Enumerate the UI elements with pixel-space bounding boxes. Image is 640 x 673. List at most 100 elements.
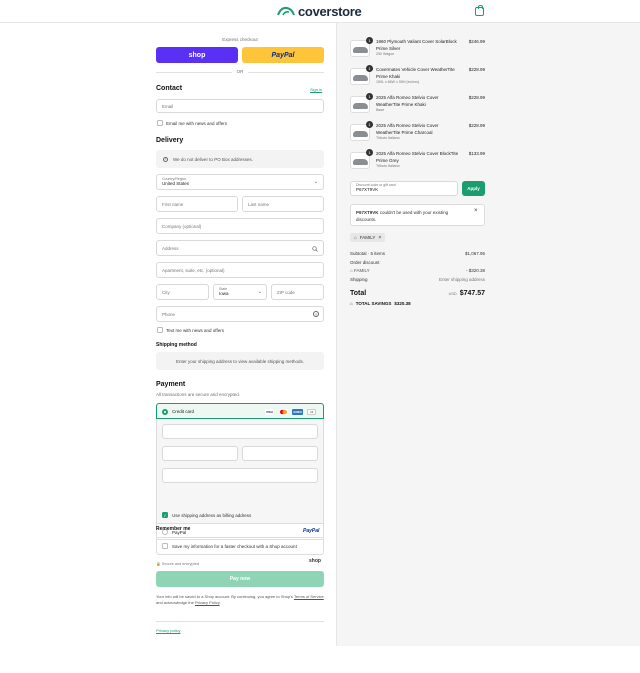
amex-icon: AMEX: [292, 409, 303, 415]
security-code-field[interactable]: [242, 446, 318, 461]
zip-placeholder: ZIP code: [277, 289, 295, 295]
item-price: $246.99: [468, 39, 485, 44]
payment-subtitle: All transactions are secure and encrypte…: [156, 392, 241, 397]
item-variant: Base: [376, 108, 385, 112]
shipping-value: Enter shipping address: [438, 277, 485, 282]
apartment-field[interactable]: Apartment, suite, etc. (optional): [156, 262, 324, 278]
item-variant: 159L x 66W x 55H (inches): [376, 80, 420, 84]
terms-link[interactable]: Terms of Service: [294, 594, 324, 599]
chevron-down-icon: ⌄: [313, 179, 318, 185]
secure-text: Secure and encrypted: [161, 562, 199, 566]
remember-checkbox[interactable]: [162, 543, 168, 549]
remember-label: Save my information for a faster checkou…: [172, 544, 297, 549]
privacy-policy-link[interactable]: Privacy Policy: [195, 600, 220, 605]
text-news-label: Text me with news and offers: [166, 328, 224, 333]
first-name-placeholder: First name: [162, 201, 184, 207]
or-label: OR: [232, 69, 248, 74]
order-discount-amount: - $320.38: [465, 268, 485, 273]
order-summary: 1 1960 Plymouth Valiant Cover SolarBlock…: [336, 23, 640, 646]
city-placeholder: City: [162, 289, 170, 295]
discount-tag-label: FAMILY: [359, 235, 376, 240]
logo[interactable]: coverstore: [277, 3, 362, 19]
shipping-label: Shipping: [350, 277, 368, 282]
apply-button[interactable]: Apply: [462, 181, 485, 196]
email-field[interactable]: Email: [156, 99, 324, 113]
order-discount-label: Order discount: [350, 260, 380, 265]
credit-card-option[interactable]: Credit card VISA AMEX +5: [156, 403, 324, 419]
phone-placeholder: Phone: [162, 311, 176, 317]
close-icon[interactable]: ×: [474, 208, 478, 214]
first-name-field[interactable]: First name: [156, 196, 238, 212]
email-placeholder: Email: [162, 103, 174, 109]
card-number-field[interactable]: [162, 424, 318, 439]
po-box-notice-text: We do not deliver to PO Box addresses.: [173, 156, 253, 162]
remember-box: Save my information for a faster checkou…: [156, 537, 324, 555]
remove-discount-icon[interactable]: ×: [378, 235, 381, 241]
state-value: Iowa: [219, 291, 229, 296]
tag-icon: ⌂: [350, 268, 353, 273]
item-price: $228.99: [468, 123, 485, 128]
shipping-method-title: Shipping method: [156, 342, 197, 348]
footer-divider: [156, 621, 324, 622]
zip-field[interactable]: ZIP code: [271, 284, 324, 300]
phone-field[interactable]: Phone ?: [156, 306, 324, 322]
legal-text: Your info will be saved to a Shop accoun…: [156, 594, 324, 605]
name-on-card-field[interactable]: [162, 468, 318, 483]
state-select[interactable]: State Iowa ⌄: [213, 284, 267, 300]
car-cover-image: [353, 159, 368, 165]
address-field[interactable]: Address: [156, 240, 324, 256]
car-cover-image: [353, 47, 368, 53]
quantity-badge: 1: [366, 121, 373, 128]
order-discount-code-text: FAMILY: [353, 268, 370, 273]
item-variant: Tributo Italiano: [376, 164, 400, 168]
help-icon[interactable]: ?: [313, 311, 319, 317]
billing-checkbox[interactable]: ✓: [162, 512, 168, 518]
pay-now-button[interactable]: Pay now: [156, 571, 324, 587]
total-value-group: USD $747.57: [435, 290, 485, 297]
car-cover-image: [353, 75, 368, 81]
text-news-checkbox[interactable]: [157, 327, 163, 333]
country-select[interactable]: Country/Region United States ⌄: [156, 174, 324, 190]
card-details-panel: ✓ Use shipping address as billing addres…: [156, 419, 324, 523]
car-cover-image: [353, 103, 368, 109]
last-name-placeholder: Last name: [248, 201, 270, 207]
logo-icon: [277, 6, 295, 16]
order-discount-code: ⌂ FAMILY: [350, 268, 370, 273]
item-price: $228.99: [468, 67, 485, 72]
expiry-field[interactable]: [162, 446, 238, 461]
company-field[interactable]: Company (optional): [156, 218, 324, 234]
shipping-method-notice: Enter your shipping address to view avai…: [156, 352, 324, 370]
total-value: $747.57: [459, 290, 485, 297]
news-checkbox[interactable]: [157, 120, 163, 126]
more-cards-badge: +5: [307, 409, 316, 415]
order-item: 1 1960 Plymouth Valiant Cover SolarBlock…: [350, 37, 485, 63]
checkout-form: Express checkout shop PayPal OR Contact …: [0, 23, 336, 673]
last-name-field[interactable]: Last name: [242, 196, 324, 212]
remember-title: Remember me: [156, 526, 191, 532]
discount-field[interactable]: Discount code or gift card P67XT9VK: [350, 181, 458, 196]
credit-card-label: Credit card: [172, 409, 195, 414]
item-variant: Tributo Italiano: [376, 136, 400, 140]
discount-error-text: P67XT9VK couldn't be used with your exis…: [356, 209, 464, 223]
sign-in-link[interactable]: Sign in: [310, 87, 322, 92]
quantity-badge: 1: [366, 149, 373, 156]
quantity-badge: 1: [366, 65, 373, 72]
credit-card-radio[interactable]: [162, 409, 168, 415]
order-item: 1 Covermates Vehicle Cover WeatherTite P…: [350, 65, 485, 91]
savings-tag-icon: ⌂: [350, 301, 353, 306]
po-box-notice: i We do not deliver to PO Box addresses.: [156, 150, 324, 168]
shop-pay-button[interactable]: shop: [156, 47, 238, 63]
shop-logo: shop: [309, 558, 321, 564]
bag-icon[interactable]: [475, 5, 484, 16]
address-placeholder: Address: [162, 245, 179, 251]
car-cover-image: [353, 131, 368, 137]
privacy-policy-footer-link[interactable]: Privacy policy: [156, 628, 180, 633]
paypal-button[interactable]: PayPal: [242, 47, 324, 63]
search-icon: [312, 246, 318, 252]
city-field[interactable]: City: [156, 284, 209, 300]
discount-tag: ⌂ FAMILY ×: [350, 233, 386, 242]
brand-name: coverstore: [298, 3, 362, 19]
chevron-down-icon: ⌄: [257, 289, 262, 295]
payment-title: Payment: [156, 381, 186, 388]
currency-code: USD: [448, 292, 457, 296]
